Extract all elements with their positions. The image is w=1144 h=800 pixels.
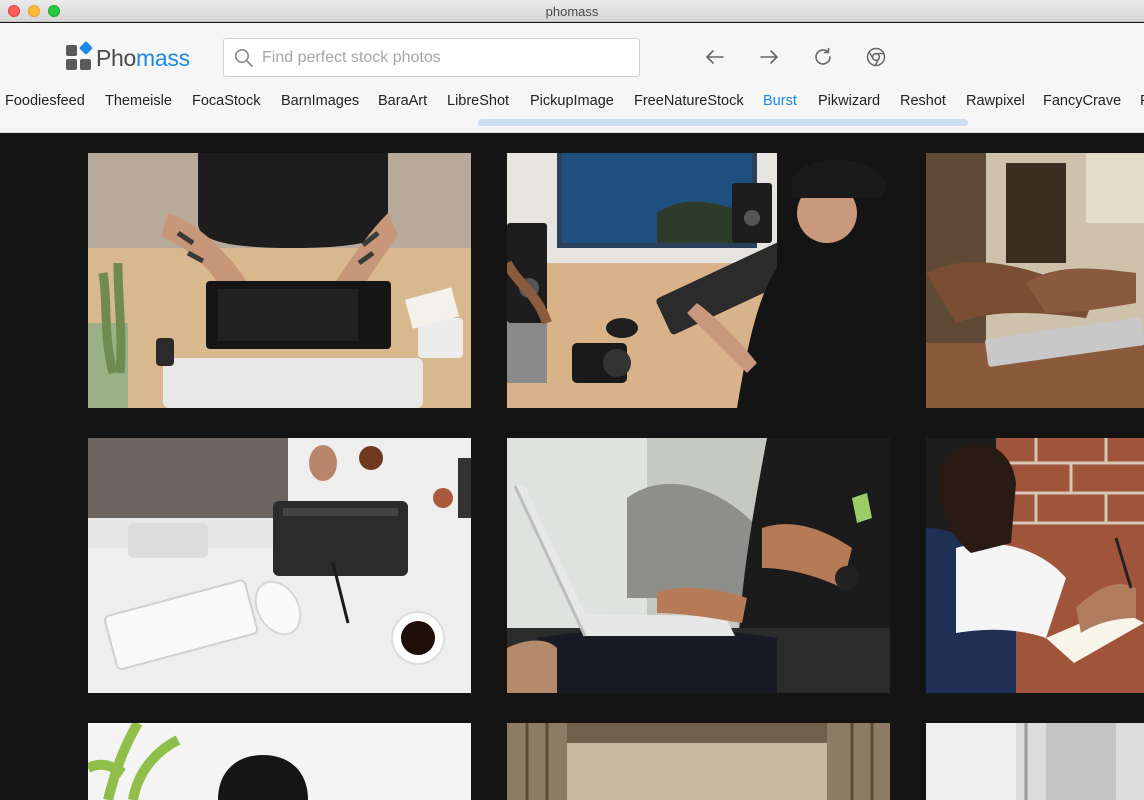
source-tab-focastock[interactable]: FocaStock (192, 93, 261, 109)
photo-room-curtains (507, 723, 890, 800)
source-tab-pikwizard[interactable]: Pikwizard (818, 93, 880, 109)
photo-white-desk-top-view (88, 438, 471, 693)
search-input[interactable] (262, 39, 632, 76)
photo-desk-setup-man-cap (507, 153, 890, 408)
reload-button[interactable] (811, 45, 835, 69)
scrollbar-thumb[interactable] (478, 119, 968, 126)
search-icon (235, 49, 253, 67)
source-tab-more[interactable]: F (1140, 93, 1144, 109)
photo-thumbnail[interactable] (88, 723, 471, 800)
source-tab-barnimages[interactable]: BarnImages (281, 93, 359, 109)
source-tabs-scrollbar[interactable] (0, 118, 1144, 128)
source-tab-libreshot[interactable]: LibreShot (447, 93, 509, 109)
app-toolbar: Phomass Foodiesfeed Themeisle FocaStock … (0, 23, 1144, 133)
arrow-right-icon (760, 50, 778, 64)
source-tab-baraart[interactable]: BaraArt (378, 93, 427, 109)
photo-thumbnail[interactable] (926, 723, 1144, 800)
photo-plant-woman-curly-hair (88, 723, 471, 800)
photo-thumbnail[interactable] (507, 723, 890, 800)
photo-thumbnail[interactable] (507, 438, 890, 693)
source-tab-pickupimage[interactable]: PickupImage (530, 93, 614, 109)
source-tab-reshot[interactable]: Reshot (900, 93, 946, 109)
reload-icon (815, 47, 831, 65)
photo-thumbnail[interactable] (88, 438, 471, 693)
source-tab-foodiesfeed[interactable]: Foodiesfeed (5, 93, 85, 109)
forward-button[interactable] (757, 45, 781, 69)
arrow-left-icon (706, 50, 724, 64)
browser-icon (866, 47, 886, 67)
photo-thumbnail[interactable] (507, 153, 890, 408)
photo-thumbnail[interactable] (926, 153, 1144, 408)
photo-gallery (0, 133, 1144, 800)
photo-hands-typing-laptop (926, 153, 1144, 408)
source-tab-rawpixel[interactable]: Rawpixel (966, 93, 1025, 109)
photo-tattoo-artist-tablet (88, 153, 471, 408)
back-button[interactable] (703, 45, 727, 69)
source-tab-fancycrave[interactable]: FancyCrave (1043, 93, 1121, 109)
logo-text: Phomass (96, 44, 190, 71)
open-in-browser-button[interactable] (864, 45, 888, 69)
photo-man-couch-laptop-mug (507, 438, 890, 693)
photo-bright-room (926, 723, 1144, 800)
source-tab-freenaturestock[interactable]: FreeNatureStock (634, 93, 744, 109)
photo-thumbnail[interactable] (926, 438, 1144, 693)
window-titlebar: phomass (0, 0, 1144, 22)
photo-woman-writing-brick-wall (926, 438, 1144, 693)
search-box[interactable] (223, 38, 640, 77)
logo-icon (66, 40, 94, 71)
photo-thumbnail[interactable] (88, 153, 471, 408)
window-title: phomass (545, 4, 599, 19)
source-tab-themeisle[interactable]: Themeisle (105, 93, 172, 109)
source-tab-burst[interactable]: Burst (763, 93, 797, 109)
app-logo[interactable]: Phomass (66, 40, 190, 72)
